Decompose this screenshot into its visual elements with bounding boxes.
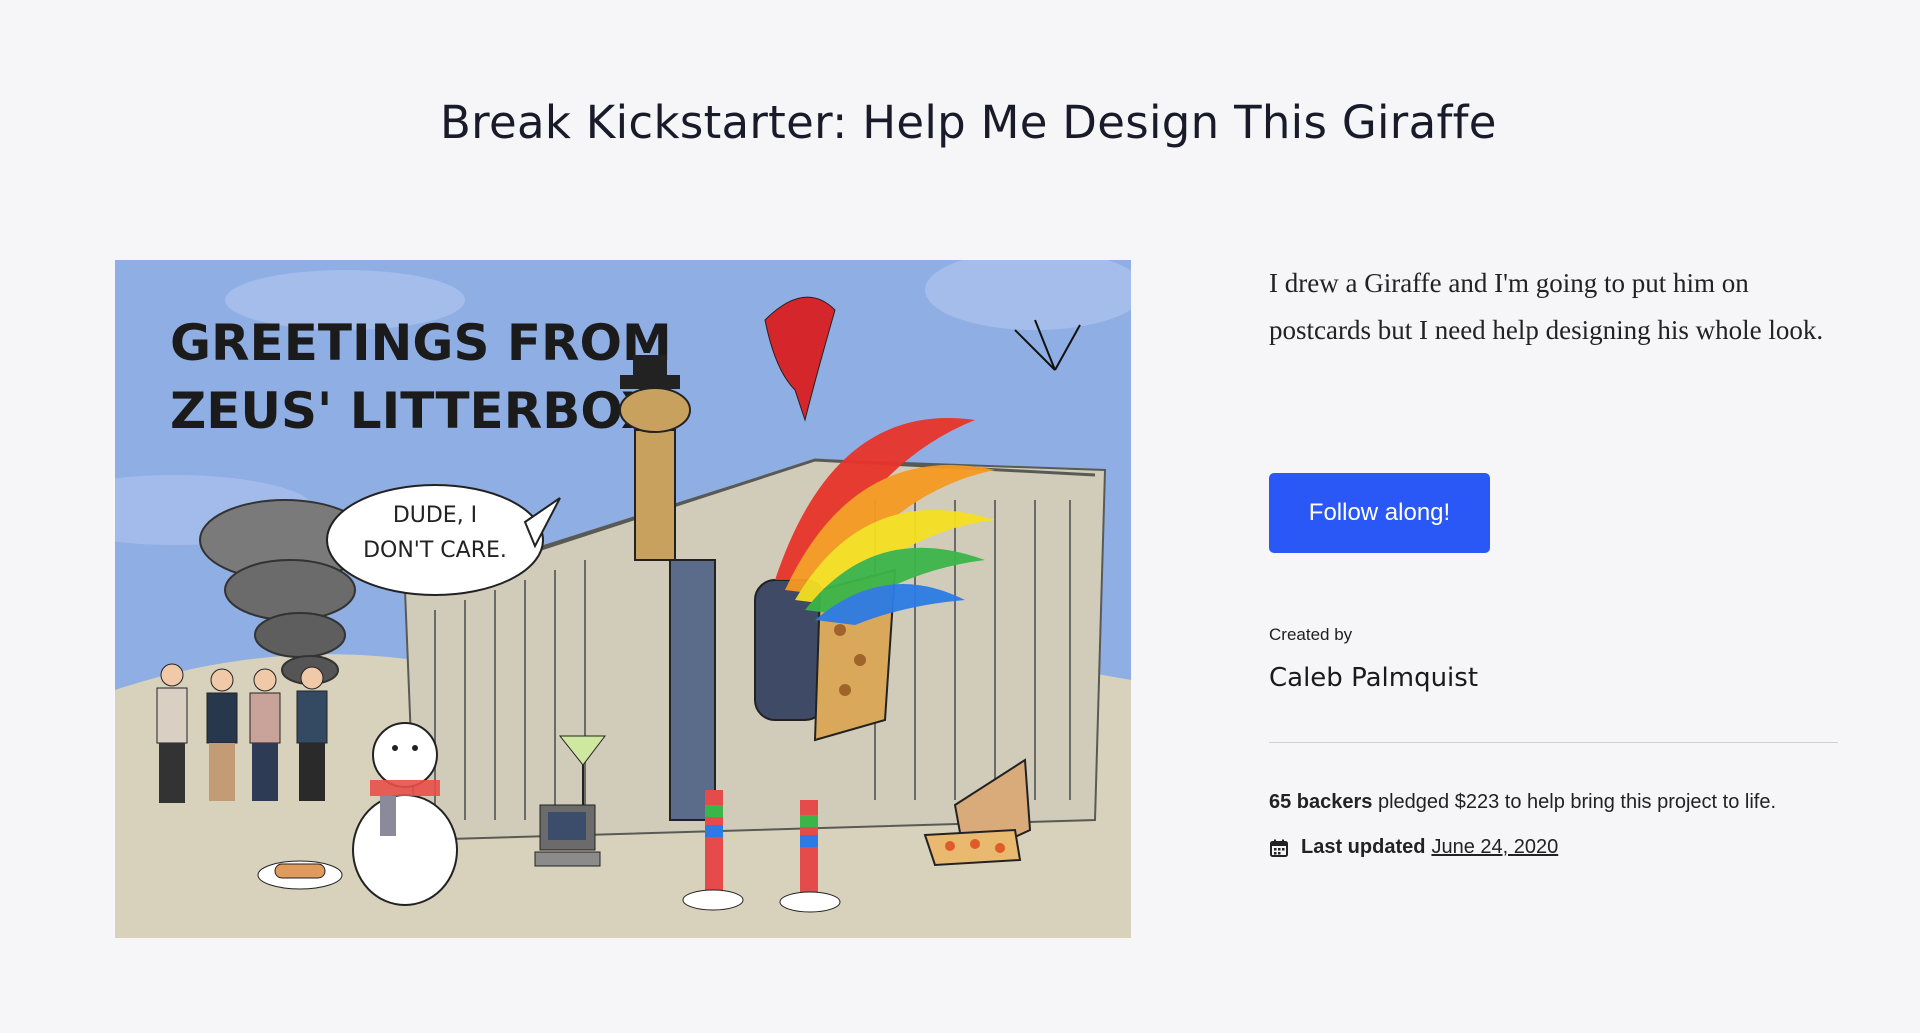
last-updated-date-link[interactable]: June 24, 2020 bbox=[1431, 836, 1558, 859]
last-updated: Last updated June 24, 2020 bbox=[1269, 836, 1558, 859]
project-description: I drew a Giraffe and I'm going to put hi… bbox=[1269, 268, 1824, 345]
page-title: Break Kickstarter: Help Me Design This G… bbox=[440, 96, 1497, 149]
project-hero-image[interactable]: GREETINGS FROM ZEUS' LITTERBOX! DUDE, I … bbox=[115, 260, 1131, 938]
pledge-text: pledged $223 to help bring this project … bbox=[1372, 791, 1777, 813]
follow-along-button[interactable]: Follow along! bbox=[1269, 473, 1490, 553]
speech-line2: DON'T CARE. bbox=[363, 538, 507, 563]
project-sidebar: I drew a Giraffe and I'm going to put hi… bbox=[1269, 260, 1839, 858]
hero-headline-line1: GREETINGS FROM bbox=[170, 314, 672, 372]
creator-name[interactable]: Caleb Palmquist bbox=[1269, 663, 1478, 693]
created-by-label: Created by bbox=[1269, 625, 1353, 644]
speech-line1: DUDE, I bbox=[393, 503, 477, 528]
hero-headline-line2: ZEUS' LITTERBOX! bbox=[170, 382, 682, 440]
backers-summary: 65 backers pledged $223 to help bring th… bbox=[1269, 791, 1776, 814]
backers-count: 65 backers bbox=[1269, 791, 1373, 813]
last-updated-label: Last updated bbox=[1301, 836, 1426, 858]
divider bbox=[1269, 742, 1838, 743]
calendar-icon bbox=[1270, 839, 1288, 857]
